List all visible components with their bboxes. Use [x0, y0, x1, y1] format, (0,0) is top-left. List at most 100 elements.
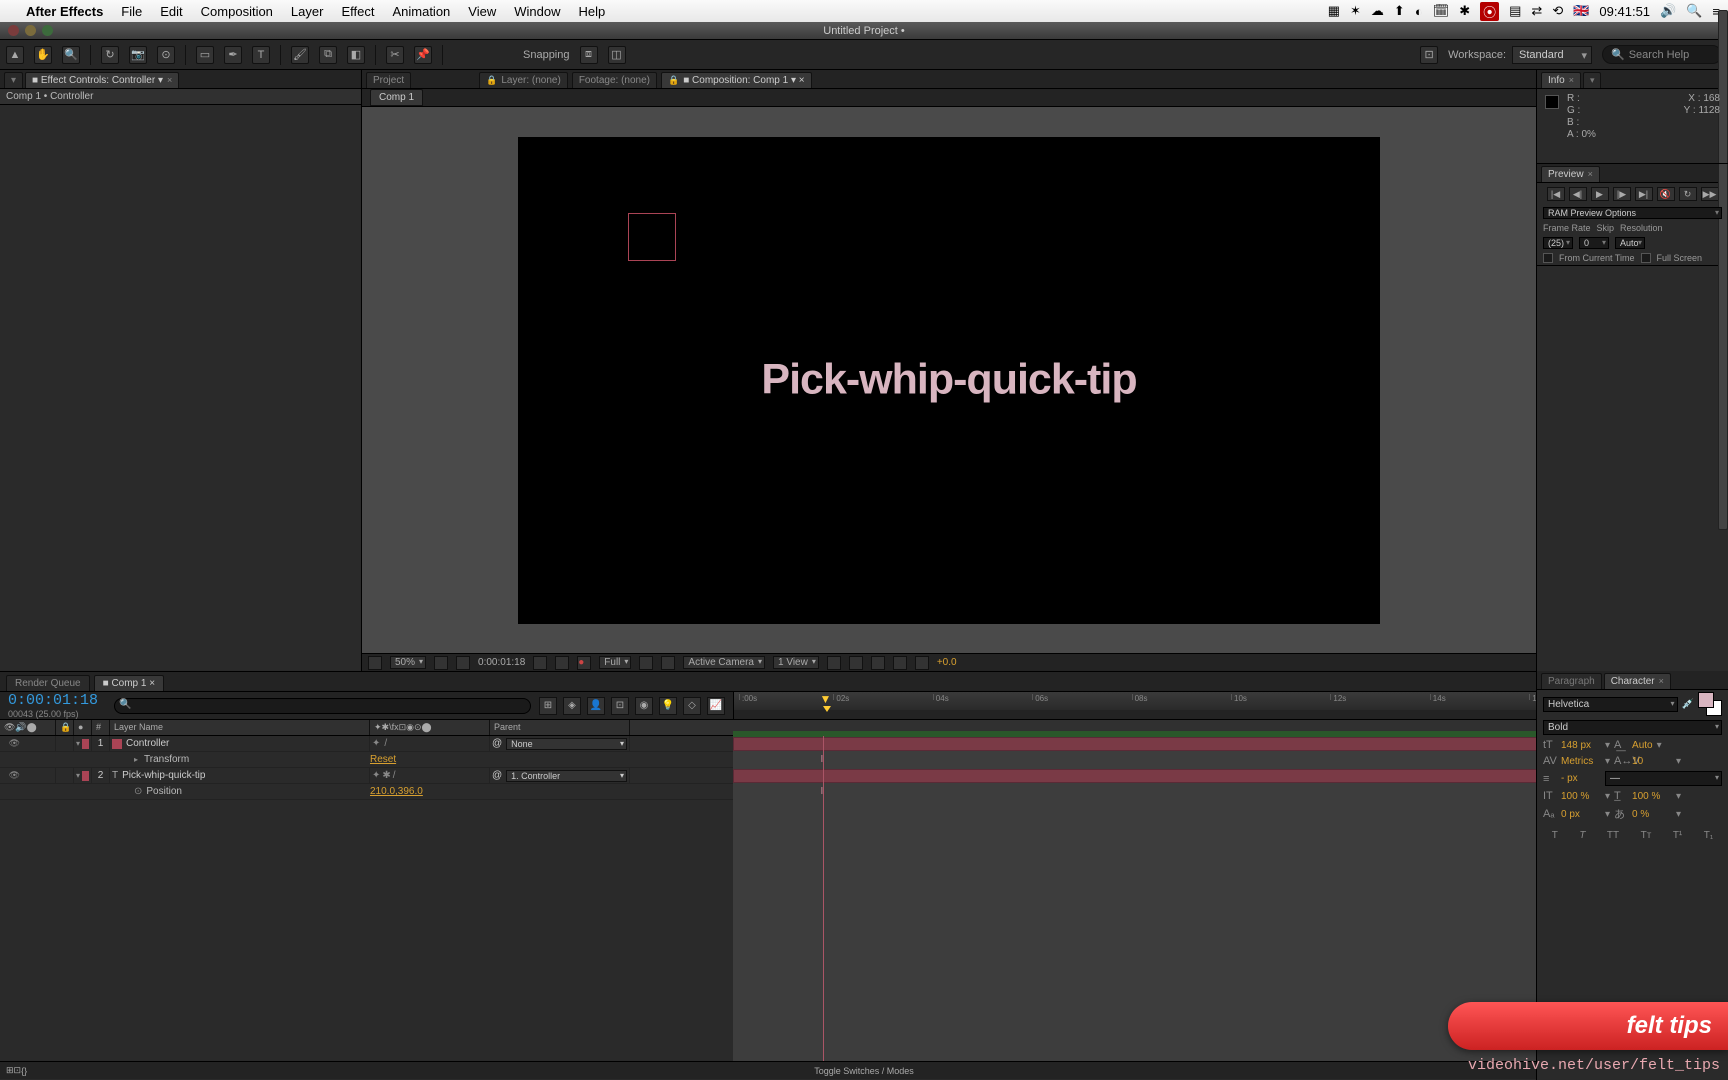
exposure-value[interactable]: +0.0 — [937, 657, 957, 668]
camera-tool-icon[interactable]: 📷 — [129, 46, 147, 64]
flag-icon[interactable]: 🇬🇧 — [1573, 3, 1589, 19]
tab-character[interactable]: Character× — [1604, 673, 1671, 689]
kerning-value[interactable]: Metrics — [1561, 756, 1601, 767]
mute-button[interactable]: 🔇 — [1657, 187, 1675, 201]
parent-dropdown[interactable]: None — [506, 738, 627, 750]
stopwatch-icon[interactable]: ⊙ — [134, 786, 142, 797]
pan-behind-tool-icon[interactable]: ⊙ — [157, 46, 175, 64]
timeline-search-input[interactable] — [114, 698, 531, 714]
menu-layer[interactable]: Layer — [291, 4, 324, 19]
zoom-tool-icon[interactable]: 🔍 — [62, 46, 80, 64]
rectangle-tool-icon[interactable]: ▭ — [196, 46, 214, 64]
menu-composition[interactable]: Composition — [201, 4, 273, 19]
snap-option-icon[interactable]: ◫ — [608, 46, 626, 64]
next-frame-button[interactable]: |▶ — [1613, 187, 1631, 201]
status-icon[interactable]: ⇄ — [1531, 3, 1542, 19]
subscript-icon[interactable]: T₁ — [1700, 828, 1717, 843]
frame-blend-icon[interactable]: ⊡ — [611, 697, 629, 715]
layer-name[interactable]: Pick-whip-quick-tip — [122, 770, 205, 781]
status-icon[interactable]: ▦ — [1328, 3, 1340, 19]
small-caps-icon[interactable]: Tᴛ — [1637, 828, 1656, 843]
comp-mini-flowchart-icon[interactable]: ⊞ — [539, 697, 557, 715]
grid-icon[interactable] — [434, 656, 448, 670]
roi-icon[interactable] — [639, 656, 653, 670]
snapping-label[interactable]: Snapping — [523, 49, 570, 61]
ram-preview-button[interactable]: ▶▶ — [1701, 187, 1719, 201]
hand-tool-icon[interactable]: ✋ — [34, 46, 52, 64]
exposure-reset-icon[interactable] — [915, 656, 929, 670]
label-color-swatch[interactable] — [82, 739, 89, 749]
tab-viewer-layer[interactable]: 🔒Layer: (none) — [479, 72, 568, 88]
shy-icon[interactable]: 👤 — [587, 697, 605, 715]
faux-bold-icon[interactable]: T — [1548, 828, 1562, 843]
playhead-line[interactable] — [823, 736, 824, 1061]
font-size-value[interactable]: 148 px — [1561, 740, 1601, 751]
composition-viewer[interactable]: Pick-whip-quick-tip — [362, 107, 1536, 653]
property-value[interactable]: Reset — [370, 754, 490, 765]
last-frame-button[interactable]: ▶| — [1635, 187, 1653, 201]
toggle-switch-icon[interactable]: ⊞ — [6, 1065, 14, 1076]
fullscreen-checkbox[interactable] — [1641, 253, 1651, 263]
tab-viewer-composition[interactable]: 🔒■ Composition: Comp 1 ▾ × — [661, 72, 812, 88]
status-icon[interactable]: ☁ — [1371, 3, 1384, 19]
hscale-value[interactable]: 100 % — [1632, 791, 1672, 802]
rotate-tool-icon[interactable]: ↻ — [101, 46, 119, 64]
toggle-switch-icon[interactable]: {} — [21, 1066, 27, 1076]
menu-effect[interactable]: Effect — [341, 4, 374, 19]
status-icon[interactable]: ⟲ — [1552, 3, 1563, 19]
tab-preview[interactable]: Preview× — [1541, 166, 1600, 182]
menubar-clock[interactable]: 09:41:51 — [1599, 4, 1650, 19]
status-icon[interactable]: ▤ — [1509, 3, 1521, 19]
prev-frame-button[interactable]: ◀| — [1569, 187, 1587, 201]
pickwhip-icon[interactable]: @ — [492, 738, 502, 749]
framerate-dropdown[interactable]: (25) — [1543, 237, 1573, 249]
close-icon[interactable]: × — [167, 75, 172, 85]
roto-tool-icon[interactable]: ✂ — [386, 46, 404, 64]
parent-dropdown[interactable]: 1. Controller — [506, 770, 627, 782]
magnify-icon[interactable] — [368, 656, 382, 670]
baseline-value[interactable]: 0 px — [1561, 809, 1601, 820]
loop-button[interactable]: ↻ — [1679, 187, 1697, 201]
guides-icon[interactable] — [456, 656, 470, 670]
traffic-lights[interactable] — [8, 25, 53, 36]
font-family-dropdown[interactable]: Helvetica — [1543, 697, 1678, 712]
motion-blur-icon[interactable]: ◉ — [635, 697, 653, 715]
timeline-icon[interactable] — [871, 656, 885, 670]
tab-project[interactable]: ▾ — [4, 72, 23, 88]
selection-tool-icon[interactable]: ▲ — [6, 46, 24, 64]
text-tool-icon[interactable]: T — [252, 46, 270, 64]
camera-dropdown[interactable]: Active Camera — [683, 656, 765, 669]
clone-tool-icon[interactable]: ⧉ — [319, 46, 337, 64]
snapshot-icon[interactable] — [533, 656, 547, 670]
layer-row-text[interactable]: 👁 ▾ 2 TPick-whip-quick-tip ✦✱/ @1. Contr… — [0, 768, 733, 784]
text-color-swatch[interactable] — [1698, 692, 1722, 716]
current-time-indicator[interactable]: ▼ — [819, 692, 831, 708]
puppet-tool-icon[interactable]: 📌 — [414, 46, 432, 64]
status-icon[interactable]: ✶ — [1350, 3, 1361, 19]
ram-preview-dropdown[interactable]: RAM Preview Options — [1543, 207, 1722, 219]
brainstorm-icon[interactable]: 💡 — [659, 697, 677, 715]
controller-null-outline[interactable] — [628, 213, 676, 261]
views-dropdown[interactable]: 1 View — [773, 656, 819, 669]
eraser-tool-icon[interactable]: ◧ — [347, 46, 365, 64]
status-icon[interactable]: 🗓 — [1433, 3, 1450, 19]
toggle-switches-modes[interactable]: Toggle Switches / Modes — [814, 1066, 914, 1076]
from-current-checkbox[interactable] — [1543, 253, 1553, 263]
layer-name[interactable]: Controller — [126, 738, 169, 749]
status-icon[interactable]: ◐ — [1415, 4, 1423, 19]
viewer-timecode[interactable]: 0:00:01:18 — [478, 657, 525, 668]
comp-canvas[interactable]: Pick-whip-quick-tip — [518, 137, 1380, 624]
status-icon[interactable]: ✱ — [1459, 3, 1470, 19]
resolution-dropdown[interactable]: Full — [599, 656, 631, 669]
tsume-value[interactable]: 0 % — [1632, 809, 1672, 820]
menu-animation[interactable]: Animation — [392, 4, 450, 19]
search-help-input[interactable]: 🔍 Search Help — [1602, 45, 1722, 64]
twirl-icon[interactable]: ▾ — [76, 771, 80, 780]
leading-value[interactable]: Auto — [1632, 740, 1653, 751]
preview-res-dropdown[interactable]: Auto — [1615, 237, 1645, 249]
workspace-dropdown[interactable]: Standard — [1512, 46, 1592, 64]
spotlight-icon[interactable]: 🔍 — [1686, 3, 1702, 19]
label-color-swatch[interactable] — [82, 771, 89, 781]
menu-window[interactable]: Window — [514, 4, 560, 19]
skip-dropdown[interactable]: 0 — [1579, 237, 1609, 249]
